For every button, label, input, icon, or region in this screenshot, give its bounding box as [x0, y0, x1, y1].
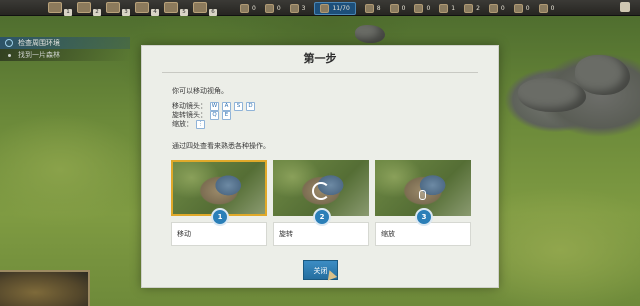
rock-formation [575, 55, 630, 95]
rotate-icon [312, 182, 330, 200]
rotate-label: 旋转镜头： [172, 111, 207, 119]
key-a: A [222, 102, 231, 111]
step-number-badge: 2 [313, 208, 331, 226]
resource-food[interactable]: 3 [289, 4, 306, 13]
resource-value: 0 [276, 5, 281, 12]
grain-icon [488, 4, 498, 13]
resource-value: 11/70 [332, 5, 350, 12]
hotkey-number: 3 [122, 9, 130, 16]
resource-value: 2 [476, 5, 480, 12]
quest-target-icon [5, 39, 13, 47]
quest-item[interactable]: 找到一片森林 [0, 49, 130, 61]
resource-value: 0 [500, 5, 505, 12]
key-e: E [222, 111, 231, 120]
iron-icon [389, 4, 399, 13]
key-q: Q [210, 111, 219, 120]
controls-list: 移动镜头： W A S D 旋转镜头： Q E 缩放： ⋮ [172, 102, 255, 129]
hotkey-number: 4 [151, 9, 159, 16]
resource-coin[interactable]: 0 [538, 4, 555, 13]
wood-icon [240, 4, 249, 13]
hotkey-number: 1 [64, 9, 72, 16]
key-s: S [234, 102, 243, 111]
quest-item-active[interactable]: 检查周围环境 [0, 37, 130, 49]
step-number-badge: 3 [415, 208, 433, 226]
resource-value: 0 [401, 5, 406, 12]
resource-value: 1 [451, 5, 456, 12]
resource-stone[interactable]: 0 [264, 4, 281, 13]
resource-meat[interactable]: 2 [464, 4, 480, 13]
hotkey-slot[interactable]: 6 [193, 1, 217, 16]
quest-label: 检查周围环境 [18, 39, 60, 47]
building-icon [48, 2, 62, 13]
move-label: 移动镜头： [172, 102, 207, 110]
building-icon [193, 2, 207, 13]
rock-formation [518, 78, 586, 112]
building-icon [164, 2, 178, 13]
hotkey-number: 6 [209, 9, 217, 16]
card-rotate[interactable]: 2 旋转 [273, 160, 369, 250]
hotkey-slot[interactable]: 4 [135, 1, 159, 16]
building-icon [77, 2, 91, 13]
resource-tools[interactable]: 8 [364, 4, 381, 13]
hint-text: 通过四处查看来熟悉各种操作。 [172, 142, 270, 150]
rock-formation [355, 25, 385, 43]
key-w: W [210, 102, 219, 111]
building-icon [106, 2, 120, 13]
zoom-label: 缩放： [172, 120, 193, 128]
tool-icon [364, 4, 374, 13]
mouse-wheel-icon: ⋮ [196, 120, 205, 129]
resource-iron[interactable]: 0 [389, 4, 406, 13]
step-number-badge: 1 [211, 208, 229, 226]
card-move[interactable]: 1 移动 [171, 160, 267, 250]
population-counter[interactable]: 11/70 [314, 2, 356, 15]
zoom-controls: 缩放： ⋮ [172, 120, 255, 129]
key-d: D [246, 102, 255, 111]
brick-icon [513, 4, 523, 13]
resource-list: 0 0 3 11/70 8 0 0 1 2 0 0 0 [240, 2, 563, 15]
card-zoom[interactable]: 3 缩放 [375, 160, 471, 250]
resource-gold[interactable]: 0 [414, 4, 430, 13]
dialog-title: 第一步 [303, 52, 337, 65]
minimap[interactable] [0, 270, 90, 306]
cloth-icon [439, 4, 449, 13]
population-icon [320, 4, 330, 13]
resource-value: 3 [301, 5, 306, 12]
rotate-controls: 旋转镜头： Q E [172, 111, 255, 120]
bullet-icon [8, 54, 11, 57]
hotkey-slot[interactable]: 3 [106, 1, 130, 16]
hotkey-slots: 1 2 3 4 5 6 [48, 1, 217, 16]
resource-value: 0 [252, 5, 256, 12]
resource-wood[interactable]: 0 [240, 4, 256, 13]
meat-icon [464, 4, 474, 13]
coin-icon [538, 4, 548, 13]
tutorial-cards: 1 移动 2 旋转 3 缩放 [171, 160, 471, 250]
intro-text: 你可以移动视角。 [172, 87, 228, 95]
hotkey-number: 2 [93, 9, 101, 16]
gold-icon [414, 4, 424, 13]
resource-brick[interactable]: 0 [513, 4, 530, 13]
hotkey-number: 5 [180, 9, 188, 16]
hotkey-slot[interactable]: 1 [48, 1, 72, 16]
quest-label: 找到一片森林 [18, 51, 60, 59]
divider [162, 72, 478, 73]
menu-icon[interactable] [620, 2, 630, 12]
mouse-scroll-icon [419, 190, 426, 200]
stone-icon [264, 4, 274, 13]
resource-value: 0 [550, 5, 555, 12]
resource-value: 0 [525, 5, 530, 12]
food-icon [289, 4, 299, 13]
tutorial-dialog: 第一步 你可以移动视角。 移动镜头： W A S D 旋转镜头： Q E 缩放：… [141, 45, 499, 288]
move-controls: 移动镜头： W A S D [172, 102, 255, 111]
hotkey-slot[interactable]: 5 [164, 1, 188, 16]
building-icon [135, 2, 149, 13]
resource-cloth[interactable]: 1 [439, 4, 455, 13]
hotkey-slot[interactable]: 2 [77, 1, 101, 16]
resource-value: 8 [376, 5, 381, 12]
resource-grain[interactable]: 0 [488, 4, 505, 13]
quest-tracker: 检查周围环境 找到一片森林 [0, 37, 130, 61]
resource-value: 0 [426, 5, 431, 12]
resource-bar: 1 2 3 4 5 6 0 0 3 11/70 8 0 0 1 2 0 0 0 [0, 0, 640, 16]
